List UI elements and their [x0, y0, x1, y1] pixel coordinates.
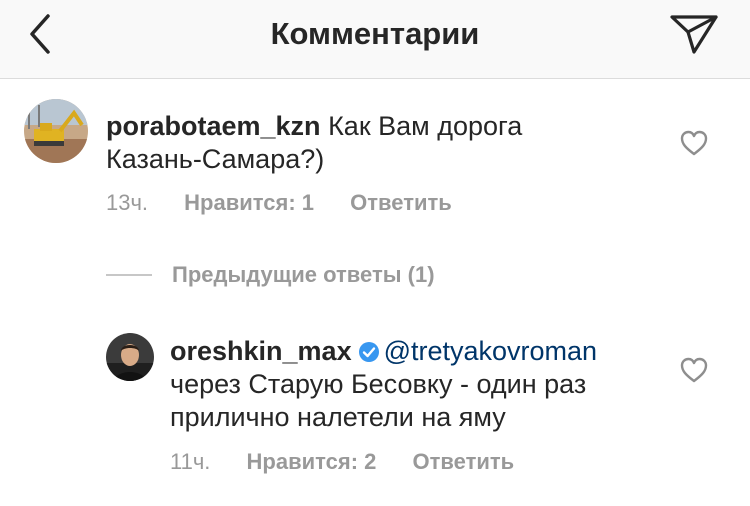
comment-text: porabotaem_kzn Как Вам дорога: [106, 108, 522, 144]
comment-text-continued: Казань-Самара?): [106, 144, 325, 174]
comment-username[interactable]: porabotaem_kzn: [106, 111, 321, 141]
reply-text-continued: прилично налетели на яму: [170, 402, 506, 432]
previous-replies-label: Предыдущие ответы (1): [172, 262, 435, 287]
comment-meta: 13ч. Нравится: 1 Ответить: [106, 190, 482, 216]
reply-meta: 11ч. Нравится: 2 Ответить: [170, 449, 544, 475]
heart-icon: [680, 357, 708, 383]
reply-button[interactable]: Ответить: [350, 190, 452, 215]
paper-plane-icon: [670, 15, 718, 54]
divider: [106, 274, 152, 276]
reply-username[interactable]: oreshkin_max: [170, 336, 352, 366]
avatar[interactable]: [106, 333, 154, 381]
page-title: Комментарии: [270, 16, 480, 51]
comment-body: Как Вам дорога: [328, 111, 523, 141]
avatar[interactable]: [24, 99, 88, 163]
likes-count[interactable]: Нравится: 2: [247, 449, 377, 474]
heart-icon: [680, 130, 708, 156]
likes-count[interactable]: Нравится: 1: [184, 190, 314, 215]
reply-button[interactable]: Ответить: [413, 449, 515, 474]
like-button[interactable]: [680, 130, 708, 161]
like-button[interactable]: [680, 357, 708, 388]
reply-time: 11ч.: [170, 449, 211, 474]
header-bar: Комментарии: [0, 0, 750, 79]
reply-text-continued: через Старую Бесовку - один раз: [170, 369, 587, 399]
share-button[interactable]: [666, 10, 720, 56]
view-previous-replies-button[interactable]: Предыдущие ответы (1): [106, 260, 435, 290]
comment-time: 13ч.: [106, 190, 149, 215]
mention-link[interactable]: @tretyakovroman: [384, 336, 597, 366]
